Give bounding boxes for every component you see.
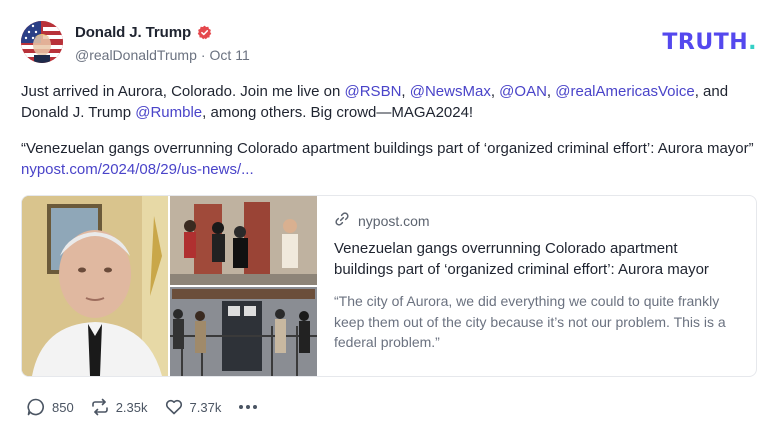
mention-newsmax[interactable]: @NewsMax <box>410 83 491 100</box>
link-preview-domain-row: nypost.com <box>334 211 734 230</box>
retruth-icon <box>90 397 110 417</box>
link-icon <box>334 211 350 230</box>
post-text-segment: , <box>490 83 500 100</box>
mention-oan[interactable]: @OAN <box>499 83 547 100</box>
avatar[interactable] <box>21 21 63 63</box>
post-meta: @realDonaldTrump · Oct 11 <box>75 47 250 63</box>
like-count: 7.37k <box>189 399 222 415</box>
reply-count: 850 <box>52 399 74 415</box>
retruth-button[interactable]: 2.35k <box>90 397 148 417</box>
author-display-name[interactable]: Donald J. Trump <box>75 24 191 41</box>
logo-text: TRUTH <box>662 30 749 55</box>
link-preview-image[interactable] <box>22 196 317 376</box>
link-preview-description: “The city of Aurora, we did everything w… <box>334 293 726 350</box>
link-preview-content: nypost.com Venezuelan gangs overrunning … <box>334 211 734 353</box>
logo-dot: . <box>748 30 757 55</box>
mention-real-americas-voice[interactable]: @realAmericasVoice <box>555 83 694 100</box>
verified-badge-icon <box>197 25 212 40</box>
post-article-link[interactable]: nypost.com/2024/08/29/us-news/... <box>21 161 254 178</box>
author-handle[interactable]: @realDonaldTrump <box>75 47 197 63</box>
post-text-segment: , among others. Big crowd—MAGA2024! <box>202 103 474 121</box>
post-actions: 850 2.35k 7.37k <box>26 397 258 417</box>
post-quote-text: “Venezuelan gangs overrunning Colorado a… <box>21 140 754 157</box>
truth-social-logo[interactable]: TRUTH. <box>662 30 757 55</box>
post-date[interactable]: Oct 11 <box>210 47 250 63</box>
post-body: Just arrived in Aurora, Colorado. Join m… <box>21 82 761 196</box>
meta-separator: · <box>200 47 206 63</box>
heart-icon <box>164 397 184 417</box>
post-text-segment: , <box>401 83 410 100</box>
post-text-segment: Just arrived in Aurora, Colorado. Join m… <box>21 83 345 100</box>
link-preview-domain: nypost.com <box>358 212 430 229</box>
more-options-icon[interactable] <box>239 405 258 409</box>
mention-rumble[interactable]: @Rumble <box>135 104 202 121</box>
link-preview-title[interactable]: Venezuelan gangs overrunning Colorado ap… <box>334 239 734 280</box>
reply-icon <box>26 397 46 417</box>
post-paragraph-1: Just arrived in Aurora, Colorado. Join m… <box>21 82 761 123</box>
like-button[interactable]: 7.37k <box>164 397 222 417</box>
post-paragraph-2: “Venezuelan gangs overrunning Colorado a… <box>21 139 761 180</box>
mention-rsbn[interactable]: @RSBN <box>345 83 402 100</box>
reply-button[interactable]: 850 <box>26 397 74 417</box>
post-text-segment: , <box>546 83 556 100</box>
retruth-count: 2.35k <box>115 399 148 415</box>
link-preview-card[interactable]: nypost.com Venezuelan gangs overrunning … <box>21 195 757 377</box>
